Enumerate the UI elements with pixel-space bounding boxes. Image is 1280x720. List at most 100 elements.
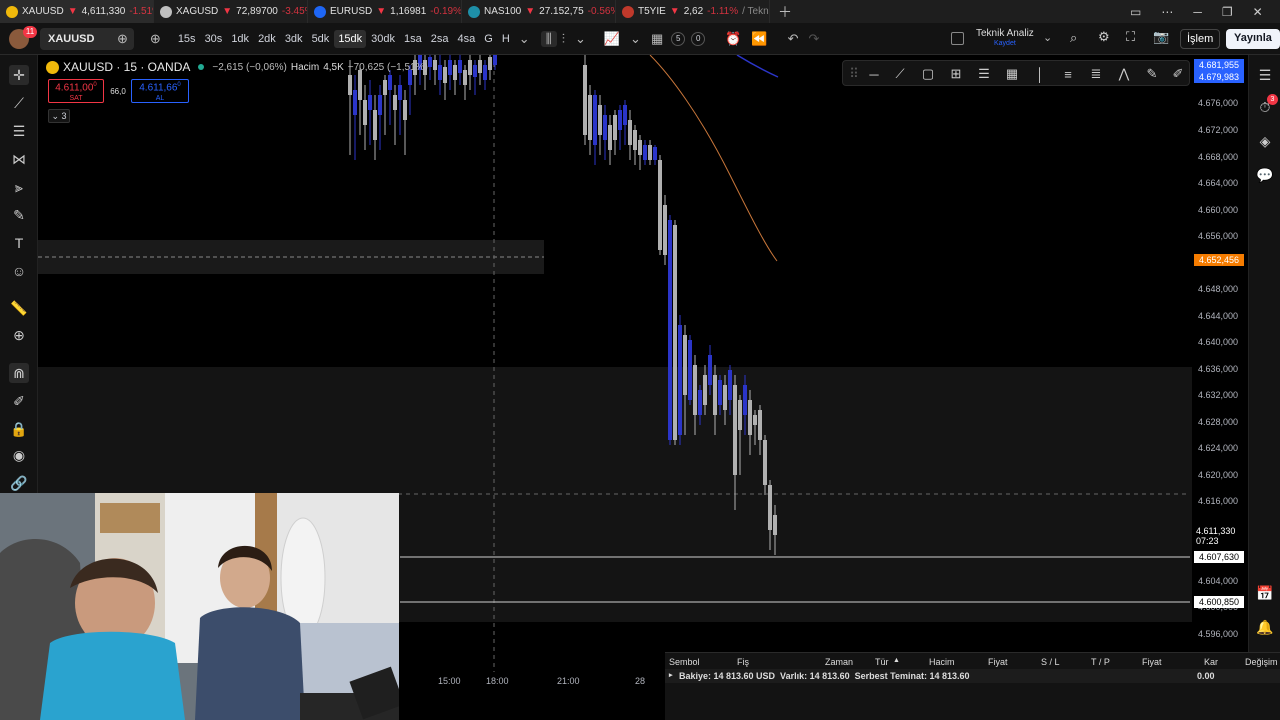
watchlist-icon[interactable]: ☰ [1255,65,1275,85]
indicator-toggle[interactable]: ⌄ 3 [48,109,70,123]
col-price[interactable]: Fiyat [988,657,1008,667]
grid-icon[interactable]: ▦ [1003,65,1021,83]
redo-icon[interactable]: ↷ [804,31,825,47]
tab-eurusd[interactable]: EURUSD ▼ 1,16981 -0.19% ✕ [308,0,462,23]
pen-icon[interactable]: ✐ [1169,65,1187,83]
fullscreen-icon[interactable]: ⛶ [1126,29,1135,45]
bar-style-icon[interactable]: ⫶ [557,31,570,47]
tab-t5yie[interactable]: T5YIE ▼ 2,62 -1.11% / Tekn ✕ [616,0,770,23]
analysis-title[interactable]: Teknik Analiz [976,28,1034,39]
publish-button[interactable]: Yayınla [1226,29,1280,49]
chevron-down-icon[interactable]: ⌄ [625,31,646,47]
close-window-icon[interactable]: ✕ [1243,5,1273,19]
compare-icon[interactable]: ⊕ [112,31,133,47]
rectangle-icon[interactable]: ▢ [919,65,937,83]
timeframe-15dk[interactable]: 15dk [334,29,367,48]
timeframe-2dk[interactable]: 2dk [254,30,280,48]
layouts-icon[interactable]: ▦ [646,31,668,47]
price-label: 4.596,000 [1198,629,1239,639]
col-time[interactable]: Zaman [825,657,853,667]
candle-body [708,355,712,385]
price-label: 4.624,000 [1198,443,1239,453]
crosshair-box-icon[interactable]: ⊞ [947,65,965,83]
maximize-icon[interactable]: ❐ [1212,5,1243,19]
more-icon[interactable]: ⋯ [1151,5,1183,19]
calendar-icon[interactable]: 📅 [1255,583,1275,603]
chat-icon[interactable]: 💬 [1255,165,1275,185]
current-price-tag: 4.611,330 07:23 [1194,525,1244,547]
candle-body [438,65,442,80]
candles-icon[interactable]: ⫼ [540,30,557,47]
candle-body [673,225,677,440]
time-axis[interactable]: 15:00 18:00 21:00 28 [400,672,665,692]
col-change[interactable]: Değişim [1245,657,1278,667]
timeframe-30dk[interactable]: 30dk [367,30,399,48]
candle-body [383,80,387,95]
col-volume[interactable]: Hacim [929,657,955,667]
tab-xagusd[interactable]: XAGUSD ▼ 72,89700 -3.45% ✕ [154,0,308,23]
trade-button[interactable]: İşlem [1180,29,1221,49]
analysis-save[interactable]: Kaydet [994,40,1016,47]
tab-nas100[interactable]: NAS100 ▼ 27.152,75 -0.56% ✕ [462,0,616,23]
layout-icon[interactable]: ▭ [1120,5,1151,19]
minimize-icon[interactable]: ─ [1183,5,1212,19]
timeframe-30s[interactable]: 30s [201,30,227,48]
camera-icon[interactable]: 📷 [1153,29,1169,45]
path-icon[interactable]: ⋀ [1115,65,1133,83]
timeframe-g[interactable]: G [480,30,497,48]
price-label: 4.632,000 [1198,390,1239,400]
layers-icon[interactable]: ◈ [1255,131,1275,151]
col-tp[interactable]: T / P [1091,657,1110,667]
timeframe-1sa[interactable]: 1sa [400,30,426,48]
price-axis[interactable]: 4.676,000 4.672,000 4.668,000 4.664,000 … [1192,55,1248,653]
candle-body [668,220,672,440]
timeframe-15s[interactable]: 15s [174,30,200,48]
timeframe-h[interactable]: H [498,30,514,48]
timeframe-3dk[interactable]: 3dk [281,30,307,48]
expand-icon[interactable]: ▸ [669,671,673,679]
col-ticket[interactable]: Fiş [737,657,749,667]
sell-button[interactable]: 4.611,000 SAT [48,79,104,103]
down-arrow-icon: ▼ [525,6,536,17]
chevron-down-icon[interactable]: ⌄ [514,31,535,47]
col-type[interactable]: Tür [875,657,889,667]
undo-icon[interactable]: ↶ [783,31,804,47]
tab-xauusd[interactable]: XAUUSD ▼ 4,611,330 -1.51% ✕ [0,0,154,23]
buy-button[interactable]: 4.611,660 AL [131,79,189,103]
settings-icon[interactable]: ⚙ [1098,29,1110,45]
alert-icon[interactable]: ⏰ [720,31,746,47]
legend-title[interactable]: XAUUSD · 15 · OANDA [63,60,190,74]
col-price2[interactable]: Fiyat [1142,657,1162,667]
replay-icon[interactable]: ⏪ [746,31,772,47]
drag-handle-icon[interactable]: ⠿ [845,65,863,83]
chevron-down-icon[interactable]: ⌄ [1043,31,1052,44]
trend-line-icon[interactable]: ⟋ [891,65,909,83]
new-tab-icon[interactable]: ＋ [770,2,800,22]
vertical-line-icon[interactable]: │ [1031,65,1049,83]
indicators-icon[interactable]: 📈 [599,31,625,47]
down-arrow-icon: ▼ [376,6,387,17]
time-label: 15:00 [438,676,461,686]
fib-extension-icon[interactable]: ≣ [1087,65,1105,83]
timeframe-1dk[interactable]: 1dk [227,30,253,48]
horizontal-line-icon[interactable]: ─ [865,65,883,83]
chevron-down-icon[interactable]: ⌄ [570,31,591,47]
bell-icon[interactable]: 🔔 [1255,617,1275,637]
timeframe-5dk[interactable]: 5dk [308,30,334,48]
fib-retracement-icon[interactable]: ☰ [975,65,993,83]
col-sl[interactable]: S / L [1041,657,1060,667]
parallel-channel-icon[interactable]: ≡ [1059,65,1077,83]
checkbox-icon[interactable] [951,32,964,45]
level-tag: 4.607,630 [1194,551,1244,563]
add-symbol-icon[interactable]: ⊕ [145,31,166,47]
col-profit[interactable]: Kar [1204,657,1218,667]
candle-body [743,385,747,415]
timeframe-2sa[interactable]: 2sa [427,30,453,48]
counter-5[interactable]: 5 [671,31,686,46]
col-symbol[interactable]: Sembol [669,657,700,667]
brush-icon[interactable]: ✎ [1143,65,1161,83]
counter-0[interactable]: 0 [691,31,706,46]
timeframe-4sa[interactable]: 4sa [454,30,480,48]
candle-body [713,375,717,415]
search-icon[interactable]: ⌕ [1070,30,1077,46]
